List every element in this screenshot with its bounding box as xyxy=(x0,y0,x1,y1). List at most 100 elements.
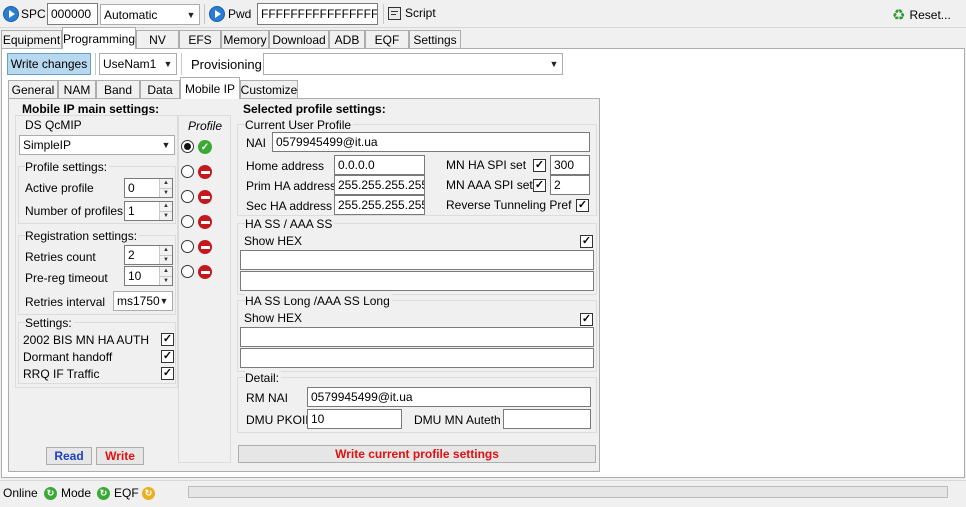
profile-radio-0[interactable] xyxy=(181,140,194,153)
setting-dormant-handoff-label: Dormant handoff xyxy=(23,350,113,364)
subtab-band[interactable]: Band xyxy=(96,80,140,99)
script-button[interactable]: Script xyxy=(388,6,436,20)
stepper-arrows[interactable]: ▲ ▼ xyxy=(159,246,172,264)
mn-aaa-spi-checkbox[interactable]: ✓ xyxy=(533,179,546,192)
tab-download[interactable]: Download xyxy=(269,30,329,49)
nam-select-value: UseNam1 xyxy=(103,57,157,71)
dmu-mn-auth-label: DMU MN Auteth xyxy=(414,413,501,427)
tab-memory[interactable]: Memory xyxy=(221,30,269,49)
tab-efs[interactable]: EFS xyxy=(179,30,221,49)
profile-5-status-disabled-icon xyxy=(198,265,212,279)
prereg-timeout-label: Pre-reg timeout xyxy=(25,271,108,285)
tab-nv[interactable]: NV xyxy=(136,30,179,49)
setting-rrq-traffic-checkbox[interactable]: ✓ xyxy=(161,367,174,380)
subtab-mobile-ip[interactable]: Mobile IP xyxy=(180,77,240,99)
num-profiles-stepper[interactable]: 1 ▲ ▼ xyxy=(124,201,173,221)
eqf-label: EQF xyxy=(114,486,139,500)
aaa-ss-long-input[interactable] xyxy=(240,348,594,368)
sec-ha-input[interactable]: 255.255.255.255 xyxy=(334,195,425,215)
prereg-timeout-value: 10 xyxy=(128,269,142,283)
home-address-input[interactable]: 0.0.0.0 xyxy=(334,155,425,175)
prog-toolbar-divider-2 xyxy=(181,53,182,75)
profile-radio-4[interactable] xyxy=(181,240,194,253)
ds-qcmip-select[interactable]: SimpleIP ▼ xyxy=(19,135,175,155)
prereg-timeout-stepper[interactable]: 10 ▲ ▼ xyxy=(124,266,173,286)
pwd-send-icon[interactable] xyxy=(209,6,225,22)
tab-equipment[interactable]: Equipment xyxy=(1,30,62,49)
write-changes-button[interactable]: Write changes xyxy=(7,53,91,75)
profile-2-status-disabled-icon xyxy=(198,190,212,204)
profile-radio-1[interactable] xyxy=(181,165,194,178)
subtab-data[interactable]: Data xyxy=(140,80,180,99)
reverse-tunneling-checkbox[interactable]: ✓ xyxy=(576,199,589,212)
rm-nai-label: RM NAI xyxy=(246,391,288,405)
provisioning-label: Provisioning xyxy=(191,57,262,72)
subtab-nam[interactable]: NAM xyxy=(58,80,96,99)
chevron-down-icon: ▼ xyxy=(549,59,559,69)
prog-toolbar-divider xyxy=(95,53,96,75)
pwd-input[interactable]: FFFFFFFFFFFFFFFF xyxy=(257,3,378,25)
mip-main-title: Mobile IP main settings: xyxy=(22,102,160,116)
profile-radio-5[interactable] xyxy=(181,265,194,278)
nai-input[interactable]: 0579945499@it.ua xyxy=(272,132,590,152)
registration-label: Registration settings: xyxy=(25,229,140,243)
settings-label: Settings: xyxy=(25,316,74,330)
profile-settings-title: Selected profile settings: xyxy=(243,102,386,116)
ha-ss-input[interactable] xyxy=(240,250,594,270)
mode-select[interactable]: Automatic ▼ xyxy=(100,4,200,25)
pwd-label: Pwd xyxy=(228,7,252,21)
setting-dormant-handoff-checkbox[interactable]: ✓ xyxy=(161,350,174,363)
profile-column-label: Profile xyxy=(188,119,223,133)
profile-radio-3[interactable] xyxy=(181,215,194,228)
provisioning-select[interactable]: ▼ xyxy=(263,53,563,75)
dmu-mn-auth-input[interactable] xyxy=(503,409,591,429)
home-address-label: Home address xyxy=(246,159,325,173)
show-hex-checkbox-2[interactable]: ✓ xyxy=(580,313,593,326)
sec-ha-label: Sec HA address xyxy=(246,199,333,213)
mn-aaa-spi-input[interactable]: 2 xyxy=(550,175,590,195)
mn-ha-spi-input[interactable]: 300 xyxy=(550,155,590,175)
profile-4-status-disabled-icon xyxy=(198,240,212,254)
stepper-arrows[interactable]: ▲ ▼ xyxy=(159,179,172,197)
show-hex-checkbox[interactable]: ✓ xyxy=(580,235,593,248)
write-button-label: Write xyxy=(105,449,135,463)
stepper-arrows[interactable]: ▲ ▼ xyxy=(159,202,172,220)
reset-icon: ♻ xyxy=(892,7,906,24)
ha-ss-long-input[interactable] xyxy=(240,327,594,347)
read-button[interactable]: Read xyxy=(46,447,92,465)
aaa-ss-input[interactable] xyxy=(240,271,594,291)
chevron-down-icon: ▼ xyxy=(163,59,173,69)
prim-ha-label: Prim HA address xyxy=(246,179,337,193)
profile-radio-2[interactable] xyxy=(181,190,194,203)
nai-label: NAI xyxy=(246,136,267,150)
show-hex-label-2: Show HEX xyxy=(244,311,303,325)
stepper-arrows[interactable]: ▲ ▼ xyxy=(159,267,172,285)
reset-button[interactable]: ♻ Reset... xyxy=(892,6,951,24)
retries-interval-value: ms1750 xyxy=(117,294,160,308)
mn-ha-spi-checkbox[interactable]: ✓ xyxy=(533,159,546,172)
num-profiles-label: Number of profiles xyxy=(25,204,124,218)
active-profile-stepper[interactable]: 0 ▲ ▼ xyxy=(124,178,173,198)
retries-count-stepper[interactable]: 2 ▲ ▼ xyxy=(124,245,173,265)
current-user-profile-label: Current User Profile xyxy=(245,118,354,132)
setting-2002-bis-checkbox[interactable]: ✓ xyxy=(161,333,174,346)
spc-send-icon[interactable] xyxy=(3,6,19,22)
setting-rrq-traffic-label: RRQ IF Traffic xyxy=(23,367,100,381)
tab-programming[interactable]: Programming xyxy=(62,27,136,49)
rm-nai-input[interactable]: 0579945499@it.ua xyxy=(307,387,591,407)
subtab-customize[interactable]: Customize xyxy=(240,80,298,99)
retries-interval-select[interactable]: ms1750 ▼ xyxy=(113,291,173,311)
dmu-pkoid-input[interactable]: 10 xyxy=(307,409,402,429)
mode-select-value: Automatic xyxy=(104,7,158,22)
write-button[interactable]: Write xyxy=(96,447,144,465)
spc-input[interactable]: 000000 xyxy=(47,3,98,25)
subtab-general[interactable]: General xyxy=(8,80,58,99)
prim-ha-input[interactable]: 255.255.255.255 xyxy=(334,175,425,195)
tab-adb[interactable]: ADB xyxy=(329,30,365,49)
tab-settings[interactable]: Settings xyxy=(409,30,461,49)
tab-eqf[interactable]: EQF xyxy=(365,30,409,49)
mode-label: Mode xyxy=(61,486,92,500)
write-profile-button[interactable]: Write current profile settings xyxy=(238,445,596,463)
chevron-up-icon: ▲ xyxy=(163,203,169,210)
nam-select[interactable]: UseNam1 ▼ xyxy=(99,53,177,75)
